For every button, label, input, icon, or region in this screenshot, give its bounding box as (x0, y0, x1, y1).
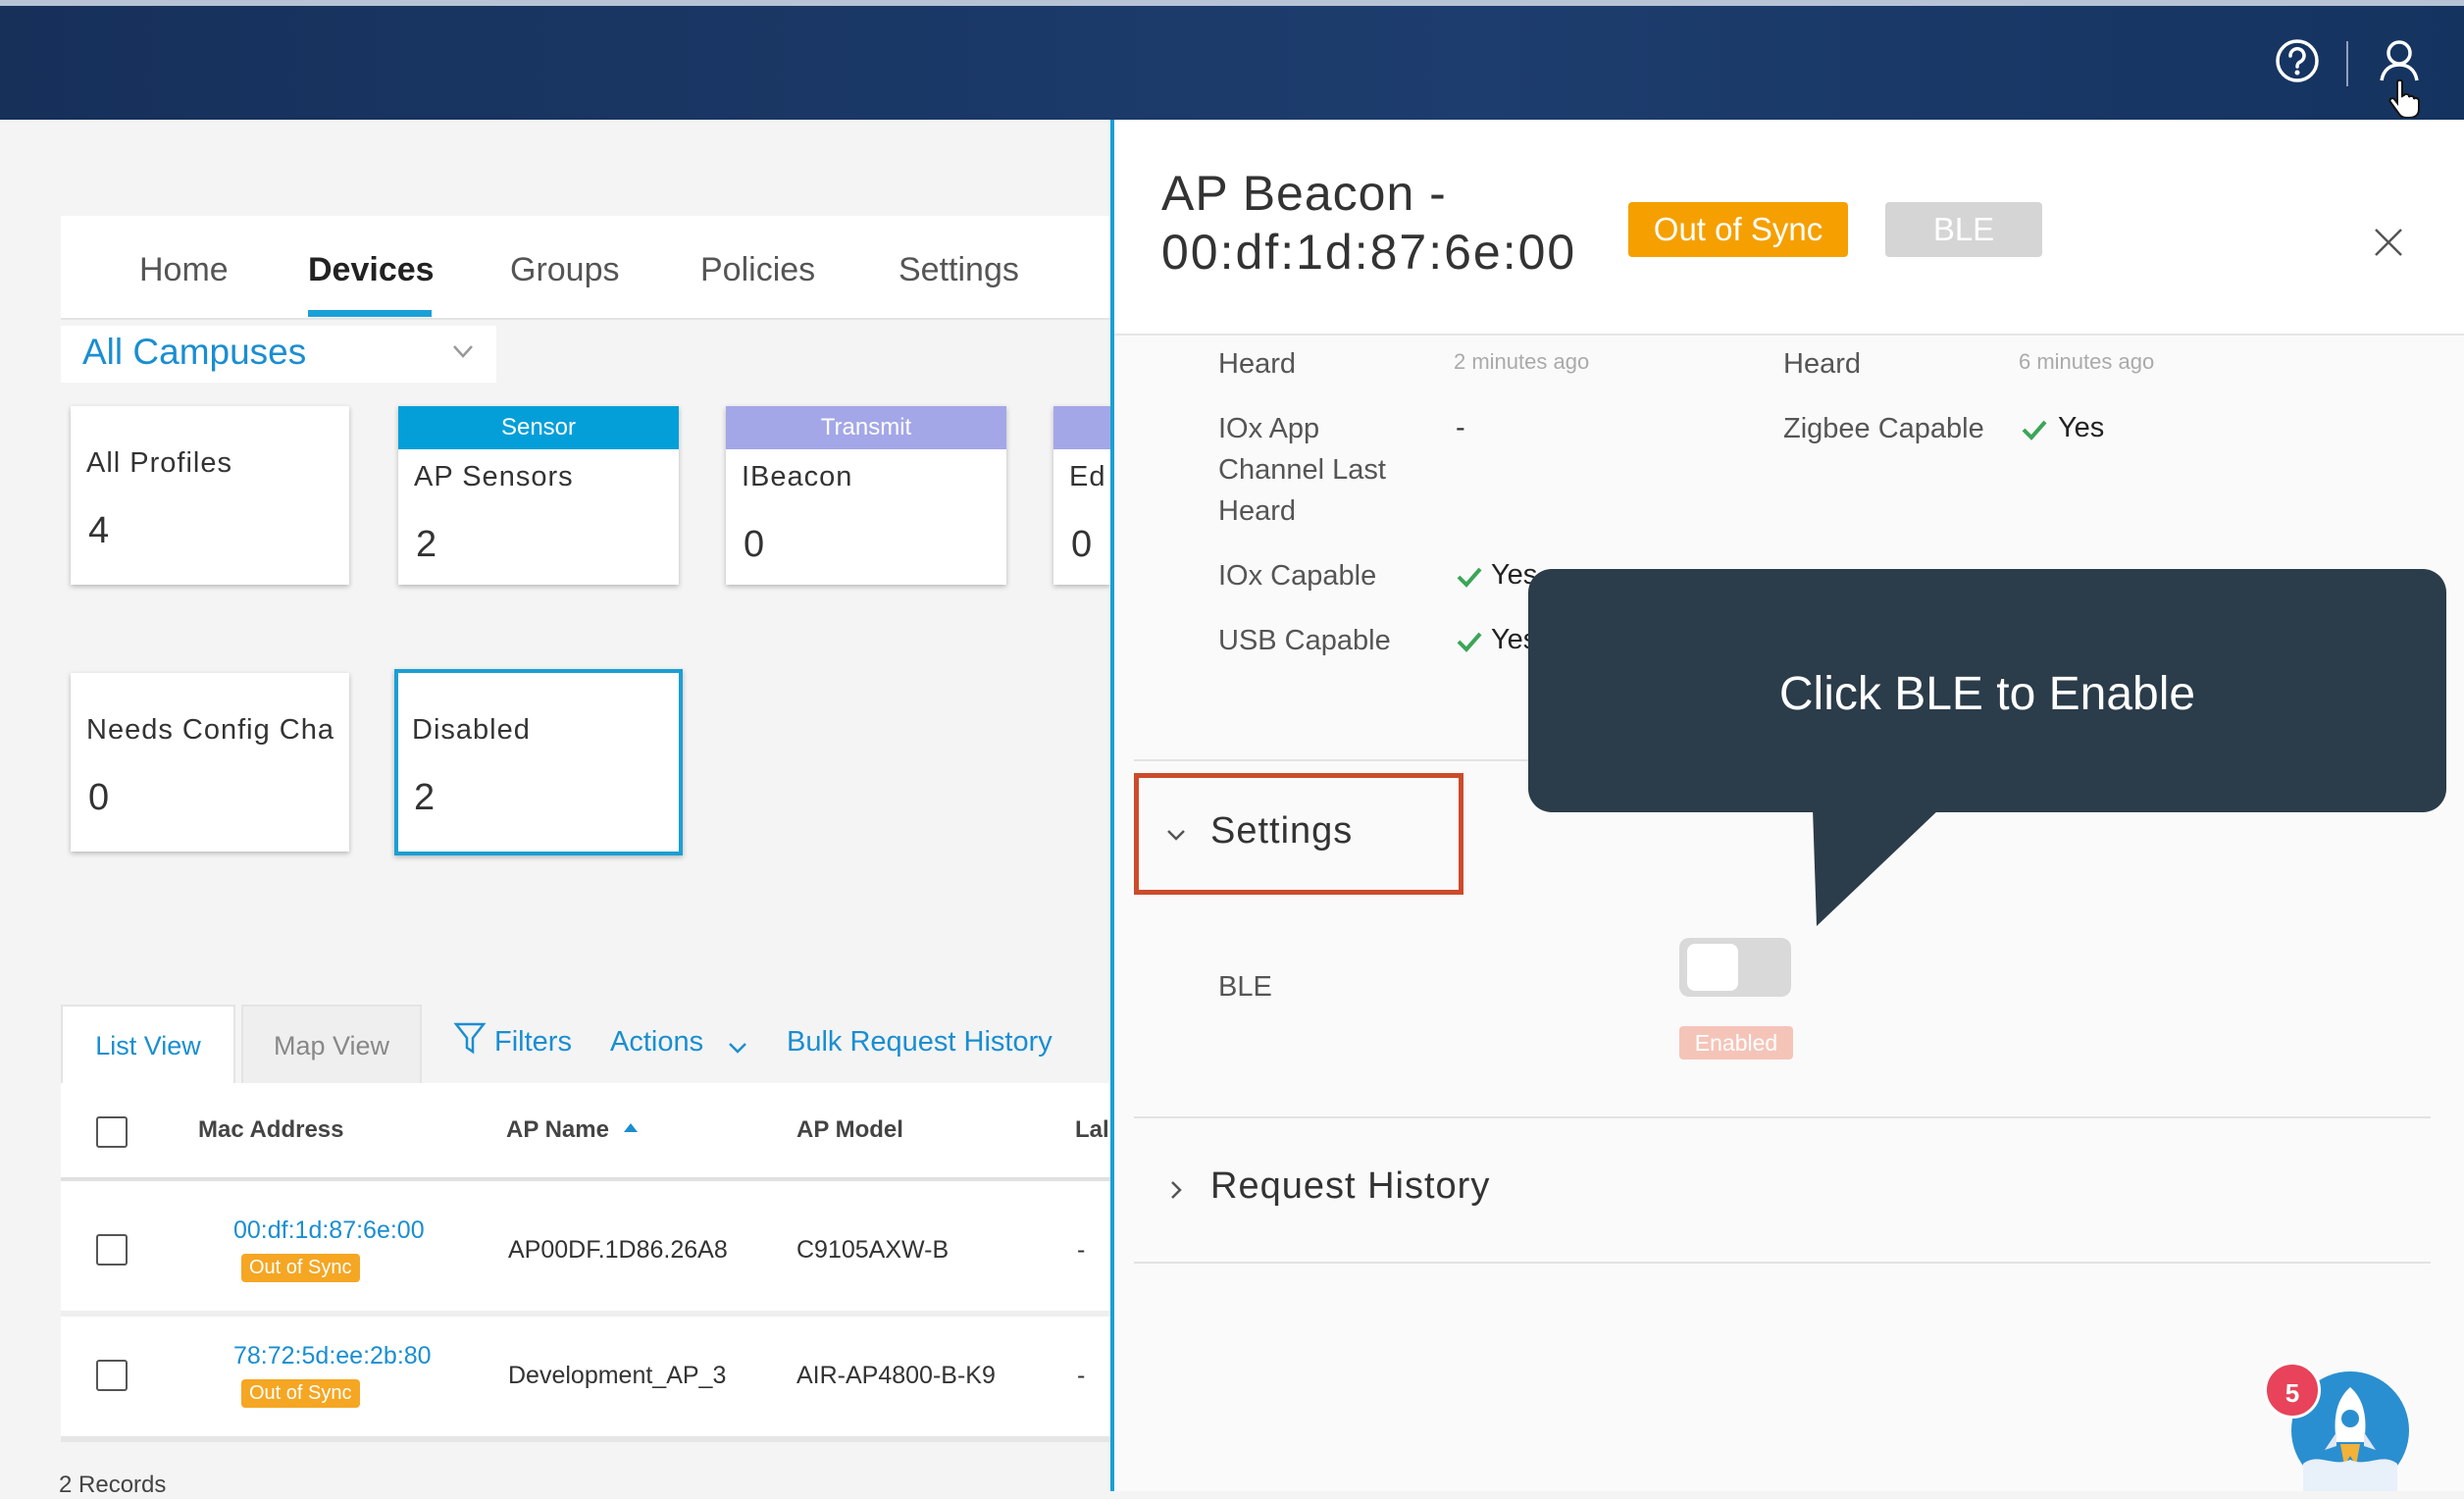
heard-label: Heard (1783, 348, 1861, 380)
panel-title-mac: 00:df:1d:87:6e:00 (1161, 225, 1577, 280)
check-icon (1457, 567, 1482, 588)
iox-capable-label: IOx Capable (1218, 560, 1377, 592)
profile-card-ibeacon[interactable]: Transmit IBeacon 0 (726, 406, 1006, 585)
profile-card-label: Ed (1069, 461, 1106, 492)
question-circle-icon[interactable] (2272, 35, 2323, 86)
mac-address-link[interactable]: 78:72:5d:ee:2b:80 (233, 1342, 432, 1370)
tab-devices[interactable]: Devices (308, 251, 435, 289)
profile-card-label: Needs Config Cha (86, 714, 334, 746)
profile-card-count: 4 (88, 510, 110, 551)
top-bar (0, 0, 2464, 120)
bulk-request-history-link[interactable]: Bulk Request History (787, 1026, 1052, 1059)
header-divider (61, 1177, 1110, 1181)
ap-name-cell: Development_AP_3 (508, 1362, 727, 1389)
profile-card-label: Disabled (412, 714, 531, 746)
profile-card-header: Sensor (398, 406, 679, 449)
request-history-section-toggle[interactable]: Request History (1210, 1165, 1490, 1208)
settings-section-toggle[interactable]: Settings (1210, 810, 1353, 853)
iox-channel-label-line1: IOx App (1218, 413, 1320, 444)
profile-card-partial[interactable]: Ed 0 (1053, 406, 1110, 585)
zigbee-label: Zigbee Capable (1783, 413, 1984, 444)
check-icon (1457, 632, 1482, 652)
row-checkbox[interactable] (96, 1360, 128, 1391)
row-checkbox[interactable] (96, 1234, 128, 1266)
chevron-down-icon[interactable] (1163, 822, 1189, 848)
profile-card-label: All Profiles (86, 447, 232, 479)
profile-card-count: 2 (416, 524, 437, 565)
profile-card-count: 2 (414, 777, 436, 818)
column-header-label[interactable]: Lal (1075, 1116, 1110, 1144)
ap-model-cell: C9105AXW-B (796, 1236, 950, 1264)
chevron-down-icon[interactable] (726, 1036, 749, 1060)
tab-home[interactable]: Home (139, 251, 229, 289)
tab-map-view[interactable]: Map View (241, 1005, 422, 1083)
ap-model-cell: AIR-AP4800-B-K9 (796, 1362, 996, 1389)
ble-badge: BLE (1885, 202, 2042, 257)
out-of-sync-badge: Out of Sync (1628, 202, 1848, 257)
label-cell: - (1077, 1236, 1086, 1264)
column-header-mac[interactable]: Mac Address (198, 1116, 344, 1144)
profile-card-label: AP Sensors (414, 461, 574, 492)
profile-card-label: IBeacon (742, 461, 853, 492)
tab-groups[interactable]: Groups (510, 251, 620, 289)
active-tab-indicator (308, 310, 432, 317)
iox-channel-label-line2: Channel Last (1218, 454, 1386, 486)
profile-card-count: 0 (88, 777, 110, 818)
row-divider (61, 1311, 1110, 1317)
column-header-ap-name[interactable]: AP Name (506, 1116, 609, 1144)
iox-channel-label-line3: Heard (1218, 495, 1296, 527)
close-icon[interactable] (2372, 226, 2405, 259)
profile-card-needs-config[interactable]: Needs Config Cha 0 (71, 673, 349, 852)
profile-card-header (1053, 406, 1110, 449)
tab-policies[interactable]: Policies (700, 251, 815, 289)
ble-setting-label: BLE (1218, 971, 1272, 1003)
select-all-checkbox[interactable] (96, 1116, 128, 1148)
header-separator (2346, 41, 2348, 86)
label-cell: - (1077, 1362, 1086, 1389)
check-icon (2022, 420, 2047, 440)
hand-cursor-icon (2388, 78, 2420, 118)
heard-label: Heard (1218, 348, 1296, 380)
status-badge: Out of Sync (241, 1254, 360, 1282)
profile-card-count: 0 (744, 524, 765, 565)
tooltip-callout-tail (1813, 808, 1940, 926)
iox-channel-value: - (1456, 412, 1465, 443)
profile-card-count: 0 (1071, 524, 1093, 565)
profile-card-header: Transmit (726, 406, 1006, 449)
mac-address-link[interactable]: 00:df:1d:87:6e:00 (233, 1216, 425, 1245)
profile-card-disabled[interactable]: Disabled 2 (394, 669, 683, 855)
section-divider (1134, 1116, 2431, 1118)
status-badge: Out of Sync (241, 1379, 360, 1408)
ble-enabled-badge: Enabled (1679, 1026, 1793, 1060)
filter-icon[interactable] (453, 1020, 487, 1056)
chevron-right-icon[interactable] (1163, 1177, 1189, 1203)
notification-count-badge[interactable]: 5 (2264, 1362, 2321, 1419)
column-header-ap-model[interactable]: AP Model (796, 1116, 903, 1144)
panel-title: AP Beacon - (1161, 166, 1447, 221)
chevron-down-icon[interactable] (449, 337, 477, 365)
records-count: 2 Records (59, 1472, 167, 1498)
tab-settings[interactable]: Settings (898, 251, 1019, 289)
sort-ascending-icon[interactable] (622, 1120, 640, 1134)
section-divider (1134, 1262, 2431, 1264)
profile-card-all[interactable]: All Profiles 4 (71, 406, 349, 585)
ap-name-cell: AP00DF.1D86.26A8 (508, 1236, 728, 1264)
filters-button[interactable]: Filters (494, 1026, 572, 1059)
tooltip-text: Click BLE to Enable (1778, 668, 2196, 720)
tab-list-view[interactable]: List View (61, 1005, 235, 1083)
usb-capable-label: USB Capable (1218, 625, 1391, 656)
campus-selector-value: All Campuses (82, 332, 307, 372)
profile-card-ap-sensors[interactable]: Sensor AP Sensors 2 (398, 406, 679, 585)
actions-dropdown[interactable]: Actions (610, 1026, 703, 1059)
heard-value: 6 minutes ago (2019, 349, 2155, 374)
zigbee-value: Yes (2058, 412, 2105, 443)
ble-toggle-knob[interactable] (1687, 944, 1738, 991)
row-divider (61, 1436, 1110, 1442)
heard-value: 2 minutes ago (1454, 349, 1590, 374)
